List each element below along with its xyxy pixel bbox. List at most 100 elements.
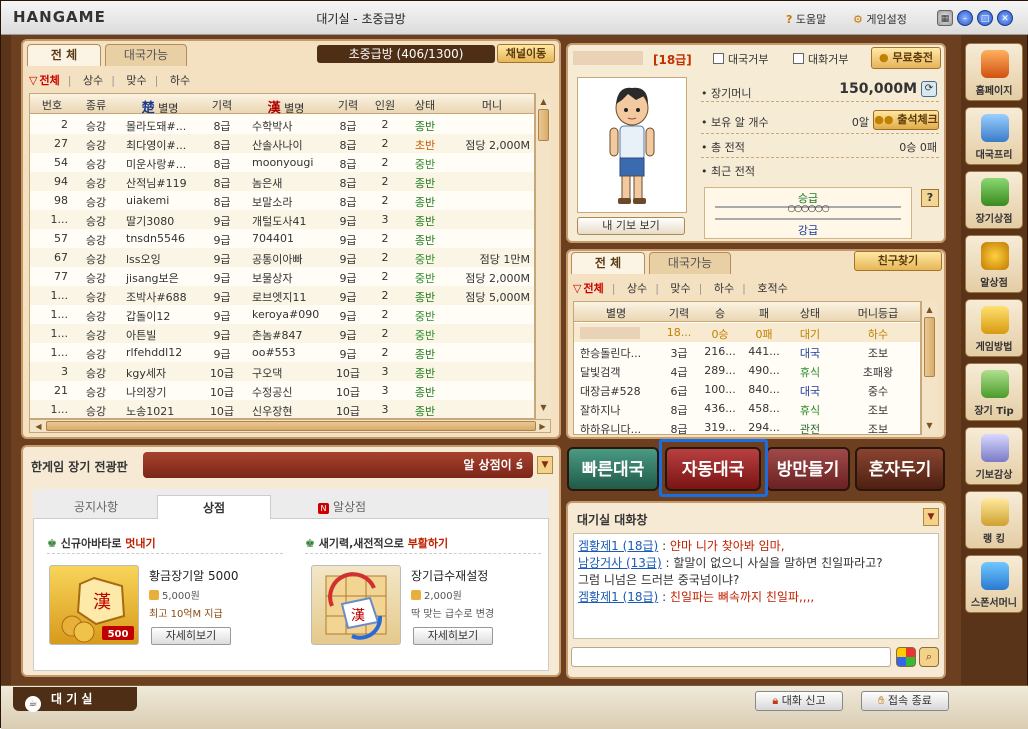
tab-user-all[interactable]: 전 체 [571,252,645,274]
find-friend-button[interactable]: 친구찾기 [854,251,942,271]
col-han-grade[interactable]: 기력 [328,97,368,113]
chat-user-link[interactable]: 겜황제1 (18급) [578,590,658,604]
sidebar-item[interactable]: 장기상점 [965,171,1023,229]
col-players[interactable]: 인원 [368,97,402,113]
scroll-left-arrow-icon[interactable]: ◀ [32,420,45,433]
logout-button[interactable]: ✋︎ 접속 종료 [861,691,949,711]
scroll-down-arrow-icon[interactable]: ▼ [537,401,550,414]
table-row[interactable]: 98 승강 uiakemi 8급 보말소라 8급 2 종반 [30,191,534,210]
scroll-thumb[interactable] [538,109,549,141]
tab-shop[interactable]: 상점 [157,495,271,519]
list-item[interactable]: 대장금#528 6급 100... 840... 대국 중수 [574,380,920,399]
list-item[interactable]: 한승돌린다... 3급 216... 441... 대국 조보 [574,342,920,361]
filter-higher[interactable]: 상수 [83,74,103,87]
reject-chat-checkbox[interactable]: 대화거부 [793,51,848,67]
room-hscrollbar[interactable]: ◀ ▶ [29,419,551,433]
user-filter-higher[interactable]: 상수 [627,282,647,295]
my-gibo-button[interactable]: 내 기보 보기 [577,217,685,235]
filter-lower[interactable]: 하수 [170,74,190,87]
col-cho-nick[interactable]: 楚 별명 [118,97,202,116]
money-refresh-icon[interactable]: ⟳ [921,81,937,97]
col-han-nick[interactable]: 漢 별명 [244,97,328,116]
table-row[interactable]: 21 승강 나의장기 10급 수정공신 10급 3 종반 [30,381,534,400]
list-item[interactable]: 달빛검객 4급 289... 490... 휴식 초패왕 [574,361,920,380]
user-filter-rival[interactable]: 호적수 [757,282,787,295]
col-number[interactable]: 번호 [30,97,74,113]
scroll-down-arrow-icon[interactable]: ▼ [923,419,936,432]
chat-report-button[interactable]: 🔒︎ 대화 신고 [755,691,843,711]
sidebar-item[interactable]: 대국프리 [965,107,1023,165]
tab-egg-shop[interactable]: N 알상점 [297,495,387,519]
maximize-button[interactable]: □ [977,10,993,26]
list-item[interactable]: 잘하지나 8급 436... 458... 휴식 조보 [574,399,920,418]
table-row[interactable]: 67 승강 lss오잉 9급 공통이아빠 9급 2 중반 점당 1만M [30,248,534,267]
tab-room-available[interactable]: 대국가능 [105,44,187,66]
emoticon-icon[interactable] [896,647,916,667]
col-cho-grade[interactable]: 기력 [202,97,242,113]
scroll-thumb[interactable] [924,317,935,377]
settings-link[interactable]: ⚙ 게임설정 [853,11,907,27]
tab-user-available[interactable]: 대국가능 [649,252,731,274]
help-question-icon[interactable]: ? [921,189,939,207]
bulletin-ticker[interactable]: 알 상점이 ś [143,452,533,478]
sidebar-item[interactable]: 장기 Tip [965,363,1023,421]
filter-all[interactable]: 전체 [39,74,59,87]
col-state[interactable]: 상태 [788,305,832,321]
chat-user-link[interactable]: 겜황제1 (18급) [578,539,658,553]
table-row[interactable]: 1... 승강 노송1021 10급 신우장현 10급 3 종반 [30,400,534,418]
table-row[interactable]: 1... 승강 아튼빌 9급 촌놈#847 9급 2 중반 [30,324,534,343]
close-button[interactable]: ✕ [997,10,1013,26]
table-row[interactable]: 1... 승강 조박사#688 9급 로브엣지11 9급 2 종반 점당 5,000M [30,286,534,305]
scroll-up-arrow-icon[interactable]: ▲ [923,303,936,316]
table-row[interactable]: 54 승강 미운사랑#... 8급 moonyougi 8급 2 중반 [30,153,534,172]
tab-room-all[interactable]: 전 체 [27,44,101,66]
sidebar-item[interactable]: 게임방법 [965,299,1023,357]
sidebar-item[interactable]: 랭 킹 [965,491,1023,549]
free-charge-button[interactable]: ● 무료충전 [871,47,941,69]
product2-detail-button[interactable]: 자세히보기 [413,627,493,645]
table-row[interactable]: 1... 승강 갑돌이12 9급 keroya#090 9급 2 중반 [30,305,534,324]
table-row[interactable]: 57 승강 tnsdn5546 9급 704401 9급 2 종반 [30,229,534,248]
chat-input[interactable] [571,647,891,667]
scroll-right-arrow-icon[interactable]: ▶ [536,420,549,433]
sidebar-item[interactable]: 기보감상 [965,427,1023,485]
reject-game-checkbox[interactable]: 대국거부 [713,51,768,67]
col-loss[interactable]: 패 [742,305,786,321]
col-type[interactable]: 종류 [76,97,116,113]
user-filter-lower[interactable]: 하수 [714,282,734,295]
scroll-up-arrow-icon[interactable]: ▲ [537,95,550,108]
minimize-button[interactable]: – [957,10,973,26]
help-link[interactable]: ? 도움말 [786,11,826,27]
sidebar-item[interactable]: 홈페이지 [965,43,1023,101]
promo-reset[interactable]: ♚ 새기력,새전적으로 부활하기 [305,535,448,551]
col-money[interactable]: 머니 [448,97,534,113]
make-room-button[interactable]: 방만들기 [766,447,850,491]
table-row[interactable]: 94 승강 산적님#119 8급 놈은새 8급 2 종반 [30,172,534,191]
table-row[interactable]: 1... 승강 딸기3080 9급 개털도사41 9급 3 종반 [30,210,534,229]
tab-notice[interactable]: 공지사항 [41,495,151,519]
product1-detail-button[interactable]: 자세히보기 [151,627,231,645]
table-row[interactable]: 27 승강 최다영이#... 8급 산솔사나이 8급 2 초반 점당 2,000M [30,134,534,153]
chat-user-link[interactable]: 남강거사 (13급) [578,556,662,570]
solo-play-button[interactable]: 혼자두기 [855,447,945,491]
list-item[interactable]: 하하유니다... 8급 319... 294... 관전 조보 [574,418,920,434]
hscroll-thumb[interactable] [46,421,536,431]
col-nick[interactable]: 별명 [574,305,658,321]
list-item[interactable]: 18... 0승 0패 대기 하수 [574,323,920,342]
table-row[interactable]: 1... 승강 rlfehddl12 9급 oo#553 9급 2 종반 [30,343,534,362]
grade-reset-image[interactable]: 漢 [311,565,401,645]
table-row[interactable]: 3 승강 kgy세자 10급 구오댁 10급 3 종반 [30,362,534,381]
col-status[interactable]: 상태 [404,97,446,113]
user-filter-equal[interactable]: 맞수 [670,282,690,295]
col-money-rank[interactable]: 머니등급 [834,305,920,321]
room-scrollbar[interactable]: ▲ ▼ [535,93,551,419]
chat-expand-icon[interactable]: ▼ [923,508,939,526]
sidebar-item[interactable]: 스폰서머니 [965,555,1023,613]
filter-equal[interactable]: 맞수 [126,74,146,87]
attendance-check-button[interactable]: ●● 출석체크 [873,110,939,130]
keyboard-icon[interactable]: ▦ [937,10,953,26]
table-row[interactable]: 2 승강 몰라도돼#... 8급 수학박사 8급 2 종반 [30,115,534,134]
table-row[interactable]: 77 승강 jisang보은 9급 보물상자 9급 2 중반 점당 2,000M [30,267,534,286]
promo-avatar[interactable]: ♚ 신규아바타로 멋내기 [47,535,156,551]
quick-game-button[interactable]: 빠른대국 [567,447,659,491]
